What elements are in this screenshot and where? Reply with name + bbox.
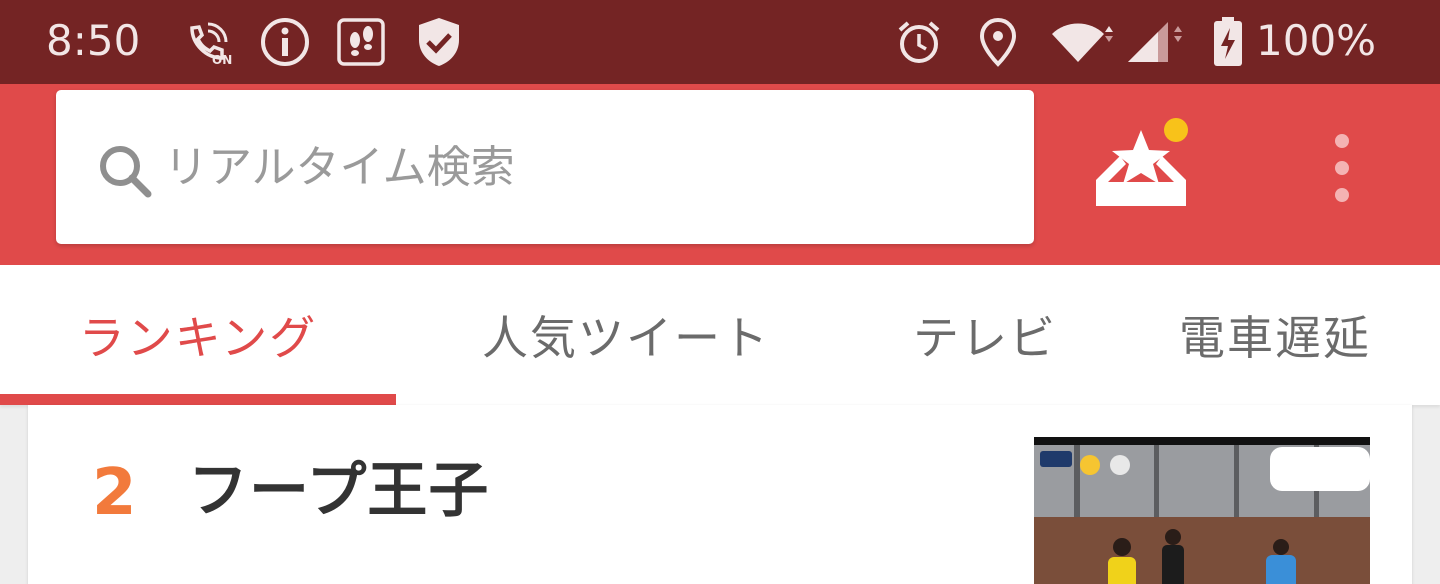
ranking-card[interactable]: 2 フープ王子 (28, 405, 1412, 584)
tab-ranking[interactable]: ランキング (0, 265, 396, 405)
rank-number: 2 (92, 456, 137, 530)
battery-percent: 100% (1256, 16, 1377, 65)
search-box[interactable] (56, 90, 1034, 244)
alarm-icon (894, 16, 944, 68)
tv-scene-image (1034, 437, 1370, 584)
status-time: 8:50 (46, 16, 141, 65)
tab-label: ランキング (78, 311, 318, 365)
shield-check-icon (414, 16, 464, 68)
tab-bar: ランキング 人気ツイート テレビ 電車遅延 (0, 265, 1440, 405)
more-vert-icon (1335, 134, 1349, 148)
status-bar: 8:50 ON 100% (0, 0, 1440, 84)
wifi-calling-icon: ON (184, 16, 232, 68)
signal-icon (1124, 16, 1190, 68)
info-icon (258, 16, 312, 68)
footsteps-icon (336, 16, 386, 68)
wifi-icon (1050, 16, 1116, 68)
more-options-button[interactable] (1316, 128, 1368, 208)
battery-charging-icon (1208, 16, 1248, 68)
ranking-title: フープ王子 (188, 456, 490, 526)
tab-popular-tweets[interactable]: 人気ツイート (426, 265, 826, 405)
ranking-thumbnail[interactable] (1034, 437, 1370, 584)
search-icon (96, 142, 156, 202)
notification-dot (1164, 118, 1188, 142)
tab-label: 人気ツイート (482, 311, 770, 365)
tab-label: 電車遅延 (1179, 311, 1371, 365)
tab-indicator (0, 394, 396, 405)
search-input[interactable] (164, 132, 1004, 202)
svg-text:ON: ON (212, 53, 232, 66)
tab-train-delay[interactable]: 電車遅延 (1160, 265, 1390, 405)
tab-label: テレビ (913, 311, 1057, 365)
tab-tv[interactable]: テレビ (860, 265, 1110, 405)
app-toolbar (0, 84, 1440, 265)
location-icon (976, 16, 1020, 68)
